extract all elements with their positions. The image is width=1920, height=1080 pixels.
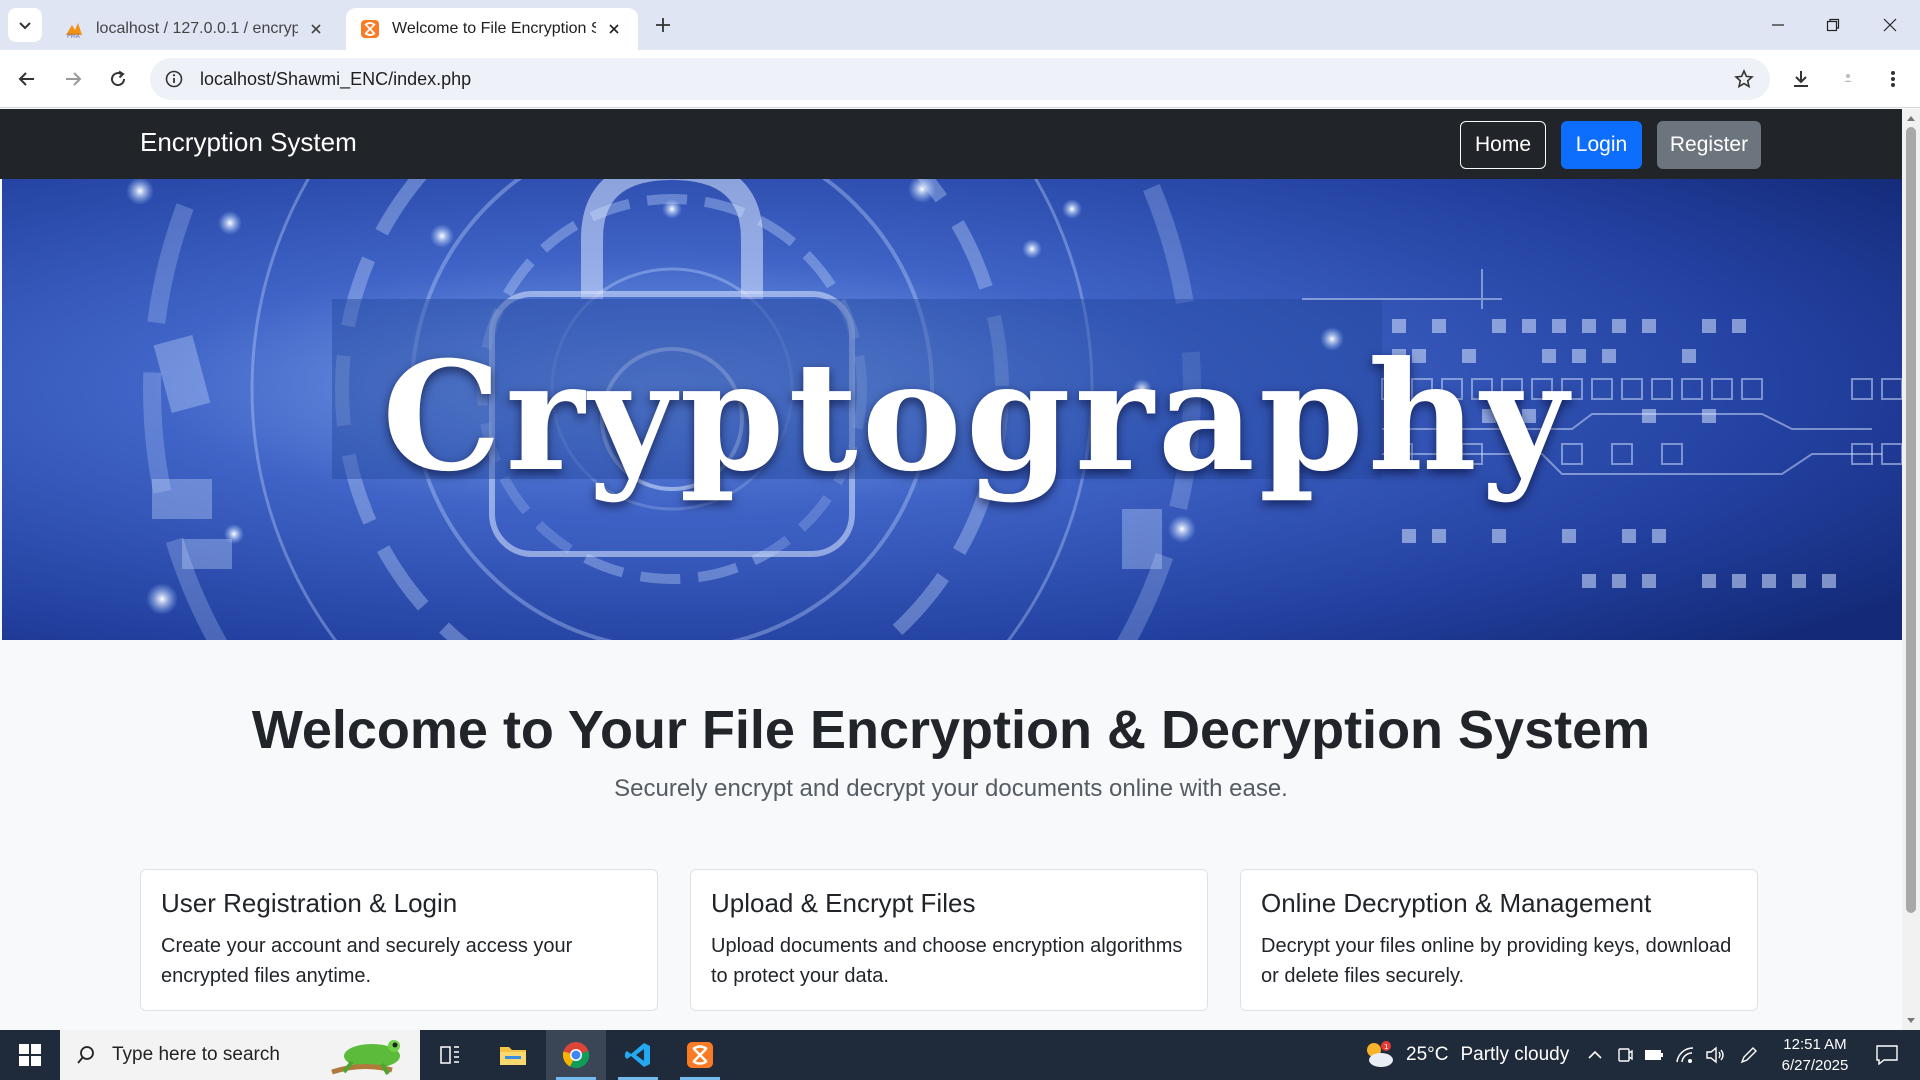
restore-icon — [1826, 18, 1840, 32]
pen-tray[interactable] — [1736, 1030, 1762, 1080]
card-text: Create your account and securely access … — [161, 935, 573, 987]
device-icon — [1618, 1048, 1633, 1062]
volume-tray[interactable] — [1702, 1030, 1728, 1080]
tab-title: localhost / 127.0.0.1 / encryptio — [96, 20, 298, 37]
svg-text:1: 1 — [1384, 1043, 1388, 1051]
tab-search-button[interactable] — [8, 8, 42, 42]
navbar-brand[interactable]: Encryption System — [140, 127, 357, 158]
plus-icon — [656, 18, 670, 32]
pen-icon — [1740, 1047, 1757, 1064]
frog-search-highlight-icon — [331, 1040, 400, 1076]
network-tray[interactable] — [1672, 1030, 1698, 1080]
start-button[interactable] — [0, 1030, 60, 1080]
hero-banner-image: Cryptography — [2, 179, 1902, 640]
taskbar-search[interactable]: Type here to search — [60, 1030, 420, 1080]
phpmyadmin-icon: PMA — [64, 19, 84, 39]
restore-button[interactable] — [1811, 10, 1855, 40]
speaker-icon — [1706, 1046, 1724, 1064]
browser-tab-active[interactable]: Welcome to File Encryption Syst — [346, 8, 638, 50]
clock-date: 6/27/2025 — [1781, 1057, 1849, 1074]
xampp-icon — [687, 1042, 713, 1068]
login-button[interactable]: Login — [1561, 121, 1642, 169]
page-subtitle: Securely encrypt and decrypt your docume… — [614, 775, 1288, 802]
card-title: Online Decryption & Management — [1261, 888, 1652, 918]
chevron-up-icon — [1588, 1050, 1602, 1059]
show-hidden-icons-button[interactable] — [1582, 1030, 1608, 1080]
file-explorer-button[interactable] — [483, 1030, 543, 1080]
notification-center-button[interactable] — [1862, 1030, 1912, 1080]
scrollbar-thumb[interactable] — [1906, 127, 1916, 913]
card-text: Upload documents and choose encryption a… — [711, 935, 1183, 987]
page-title: Welcome to Your File Encryption & Decryp… — [251, 700, 1651, 760]
folder-icon — [500, 1047, 526, 1065]
site-info-icon[interactable] — [162, 67, 186, 91]
reload-icon — [111, 70, 126, 87]
back-button[interactable] — [10, 62, 44, 96]
downloads-button[interactable] — [1784, 62, 1818, 96]
bookmark-star-icon[interactable] — [1732, 67, 1756, 91]
arrow-right-icon — [66, 72, 82, 86]
task-view-button[interactable] — [420, 1030, 480, 1080]
search-placeholder: Type here to search — [112, 1044, 280, 1065]
weather-temperature: 25°C — [1406, 1044, 1449, 1065]
card-title: Upload & Encrypt Files — [711, 888, 976, 918]
download-icon — [1794, 71, 1808, 87]
task-view-icon — [440, 1046, 459, 1064]
page-scrollbar[interactable] — [1902, 109, 1920, 1030]
register-button[interactable]: Register — [1657, 121, 1761, 169]
wifi-icon — [1676, 1047, 1694, 1063]
browser-toolbar: localhost/Shawmi_ENC/index.php — [0, 50, 1920, 108]
tab-title: Welcome to File Encryption Syst — [392, 20, 596, 37]
feature-card-decrypt: Online Decryption & Management Decrypt y… — [1240, 869, 1758, 1011]
xampp-taskbar-button[interactable] — [670, 1030, 730, 1080]
vscode-taskbar-button[interactable] — [608, 1030, 668, 1080]
windows-taskbar: Type here to search 1 25°C Partly cloudy — [0, 1030, 1920, 1080]
notification-icon — [1876, 1045, 1898, 1065]
browser-tab-bar: PMA localhost / 127.0.0.1 / encryptio We… — [0, 0, 1920, 50]
site-navbar: Encryption System Home Login Register — [0, 109, 1902, 179]
minimize-icon — [1772, 24, 1784, 26]
close-icon — [1883, 18, 1897, 32]
vscode-icon — [625, 1043, 650, 1067]
scroll-down-icon[interactable] — [1906, 1016, 1916, 1026]
feature-card-registration: User Registration & Login Create your ac… — [140, 869, 658, 1011]
battery-tray[interactable] — [1641, 1030, 1667, 1080]
partly-cloudy-icon: 1 — [1367, 1041, 1393, 1067]
svg-text:PMA: PMA — [67, 33, 81, 39]
chrome-icon — [562, 1042, 590, 1069]
forward-button[interactable] — [56, 62, 90, 96]
close-window-button[interactable] — [1868, 10, 1912, 40]
new-tab-button[interactable] — [650, 12, 676, 38]
search-icon — [74, 1043, 98, 1067]
close-tab-icon[interactable] — [604, 19, 624, 39]
more-vertical-icon — [1891, 71, 1895, 87]
profile-button[interactable] — [1831, 62, 1865, 96]
arrow-left-icon — [18, 72, 34, 86]
chrome-taskbar-button[interactable] — [546, 1030, 606, 1080]
system-clock[interactable]: 12:51 AM 6/27/2025 — [1770, 1034, 1860, 1076]
close-tab-icon[interactable] — [306, 19, 326, 39]
browser-tab-phpmyadmin[interactable]: PMA localhost / 127.0.0.1 / encryptio — [50, 8, 340, 50]
hero-title: Cryptography — [382, 329, 1572, 505]
clock-time: 12:51 AM — [1783, 1036, 1847, 1053]
feature-card-encrypt: Upload & Encrypt Files Upload documents … — [690, 869, 1208, 1011]
scroll-up-icon[interactable] — [1906, 113, 1916, 123]
windows-logo-icon — [19, 1044, 41, 1066]
card-text: Decrypt your files online by providing k… — [1261, 935, 1732, 987]
page-viewport: Encryption System Home Login Register Cr… — [0, 109, 1902, 1030]
weather-description: Partly cloudy — [1460, 1044, 1570, 1065]
meet-now-tray[interactable] — [1612, 1030, 1638, 1080]
weather-widget[interactable]: 1 25°C Partly cloudy — [1362, 1030, 1569, 1080]
card-title: User Registration & Login — [161, 888, 458, 918]
url-text: localhost/Shawmi_ENC/index.php — [200, 68, 472, 89]
xampp-icon — [360, 19, 380, 39]
chevron-down-icon — [19, 22, 31, 30]
home-button[interactable]: Home — [1460, 121, 1546, 169]
browser-menu-button[interactable] — [1876, 62, 1910, 96]
minimize-button[interactable] — [1756, 10, 1800, 40]
profile-icon — [1844, 74, 1852, 82]
reload-button[interactable] — [101, 62, 135, 96]
address-bar[interactable]: localhost/Shawmi_ENC/index.php — [150, 58, 1770, 100]
battery-icon — [1645, 1050, 1663, 1060]
